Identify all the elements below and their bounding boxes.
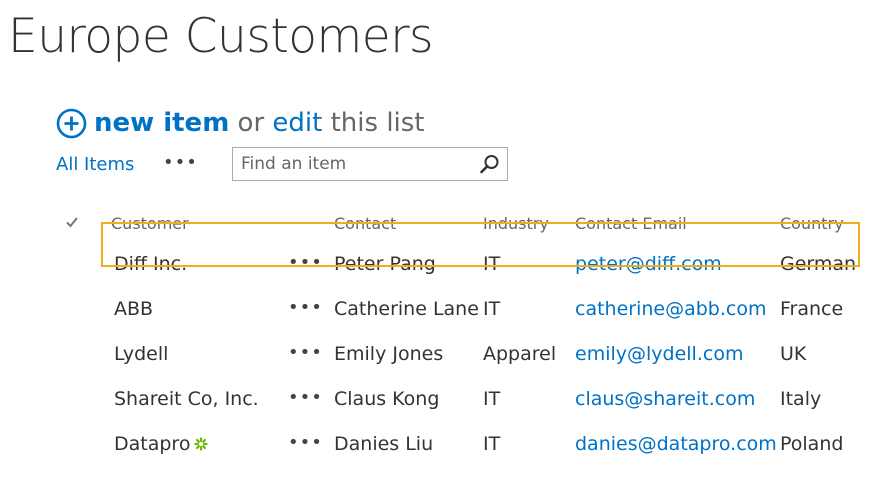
new-item-link[interactable]: new item [94,106,229,140]
column-header-contact[interactable]: Contact [334,214,396,233]
country-cell: Italy [780,388,822,410]
more-views-button[interactable]: ••• [163,152,198,173]
customer-cell-text: Datapro [114,433,191,455]
industry-cell: IT [483,253,501,275]
contact-cell: Emily Jones [334,343,444,365]
column-header-customer[interactable]: Customer [111,214,189,233]
table-row[interactable]: ABB ••• Catherine Lane IT catherine@abb.… [0,288,895,333]
country-cell: UK [780,343,807,365]
customer-cell: Diff Inc. [114,253,188,275]
search-input[interactable] [241,152,471,176]
table-row[interactable]: Lydell ••• Emily Jones Apparel emily@lyd… [0,333,895,378]
email-link[interactable]: emily@lydell.com [575,343,743,365]
customer-cell: Datapro [114,433,209,455]
this-list-text: this list [330,108,425,138]
contact-cell: Danies Liu [334,433,434,455]
table-row[interactable]: Diff Inc. ••• Peter Pang IT peter@diff.c… [0,243,895,288]
row-menu-button[interactable]: ••• [288,432,323,453]
or-text: or [237,108,265,138]
list-grid: Customer Contact Industry Contact Email … [0,205,895,468]
customer-cell: Shareit Co, Inc. [114,388,259,410]
search-box [232,147,508,181]
customer-cell: ABB [114,298,154,320]
email-link[interactable]: catherine@abb.com [575,298,766,320]
industry-cell: IT [483,298,501,320]
country-cell: France [780,298,844,320]
column-header-contact-email[interactable]: Contact Email [575,214,687,233]
row-menu-button[interactable]: ••• [288,297,323,318]
row-menu-button[interactable]: ••• [288,387,323,408]
country-cell: German [780,253,857,275]
grid-header: Customer Contact Industry Contact Email … [0,205,895,243]
contact-cell: Peter Pang [334,253,436,275]
industry-cell: IT [483,388,501,410]
row-menu-button[interactable]: ••• [288,342,323,363]
table-row[interactable]: Shareit Co, Inc. ••• Claus Kong IT claus… [0,378,895,423]
checkmark-icon[interactable] [65,215,79,229]
contact-cell: Claus Kong [334,388,440,410]
view-toolbar: All Items ••• [56,147,516,183]
industry-cell: Apparel [483,343,557,365]
list-page: Europe Customers new item or edit this l… [0,0,895,478]
country-cell: Poland [780,433,844,455]
table-row[interactable]: Datapro ••• Danies Liu IT danies@datapro… [0,423,895,468]
page-title: Europe Customers [8,9,434,64]
list-actions: new item or edit this list [56,106,425,140]
search-icon[interactable] [479,154,500,175]
email-link[interactable]: danies@datapro.com [575,433,777,455]
column-header-country[interactable]: Country [780,214,844,233]
plus-circle-icon[interactable] [56,108,87,139]
row-menu-button[interactable]: ••• [288,252,323,273]
industry-cell: IT [483,433,501,455]
email-link[interactable]: claus@shareit.com [575,388,755,410]
new-item-badge-icon [194,437,209,451]
column-header-industry[interactable]: Industry [483,214,549,233]
edit-list-link[interactable]: edit [272,106,322,140]
view-all-items[interactable]: All Items [56,154,134,175]
customer-cell: Lydell [114,343,169,365]
email-link[interactable]: peter@diff.com [575,253,722,275]
contact-cell: Catherine Lane [334,298,479,320]
